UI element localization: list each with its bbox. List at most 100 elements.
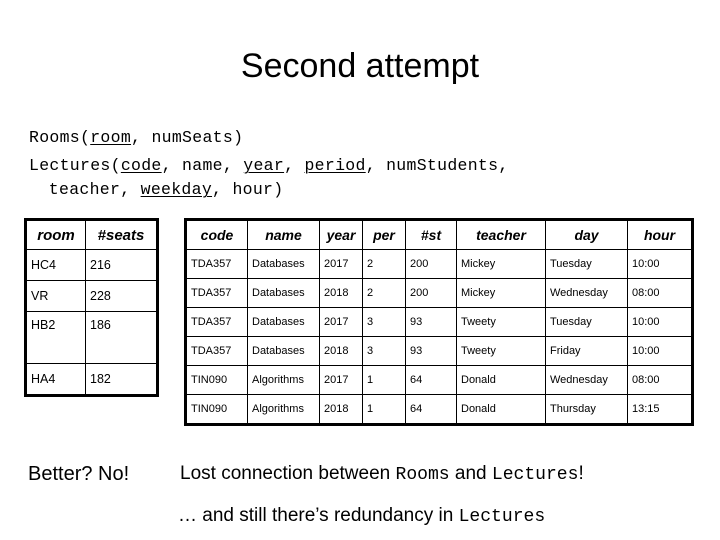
note-lost-middle: and [449, 463, 492, 484]
lectures-cell-per: 2 [362, 249, 406, 279]
lectures-cell-day: Wednesday [545, 278, 628, 308]
lectures-cell-name: Databases [247, 278, 320, 308]
lectures-cell-day: Thursday [545, 394, 628, 425]
lectures-cell-year: 2018 [319, 394, 363, 425]
schema-paren-open: ( [110, 156, 121, 175]
table-row: TIN090 Algorithms 2018 1 64 Donald Thurs… [185, 394, 693, 425]
note-relation-rooms: Rooms [395, 465, 450, 485]
rooms-col-seats: #seats [85, 219, 158, 250]
table-row: TDA357 Databases 2018 2 200 Mickey Wedne… [185, 278, 693, 308]
table-row: VR 228 [25, 280, 158, 312]
lectures-cell-per: 2 [362, 278, 406, 308]
schema-attr-teacher: teacher [48, 180, 121, 199]
lectures-cell-st: 93 [405, 307, 457, 337]
lectures-cell-code: TDA357 [185, 336, 248, 366]
lectures-cell-year: 2018 [319, 278, 363, 308]
rooms-cell-room: HA4 [25, 363, 86, 396]
lectures-cell-hour: 10:00 [627, 249, 693, 279]
lectures-cell-year: 2017 [319, 249, 363, 279]
schema-sep: , [284, 156, 305, 175]
table-row: HB2 186 [25, 311, 158, 364]
lectures-cell-per: 3 [362, 307, 406, 337]
lectures-cell-per: 1 [362, 365, 406, 395]
note-relation-lectures: Lectures [491, 465, 579, 485]
lectures-col-name: name [247, 219, 320, 250]
note-redundancy-prefix: … and still there’s redundancy in [178, 505, 459, 526]
lectures-col-st: #st [405, 219, 457, 250]
lectures-cell-name: Algorithms [247, 394, 320, 425]
rooms-cell-seats: 228 [85, 280, 158, 312]
rooms-col-room: room [25, 219, 86, 250]
lectures-cell-st: 200 [405, 249, 457, 279]
schema-attr-name: name [182, 156, 223, 175]
lectures-header-row: code name year per #st teacher day hour [185, 219, 693, 250]
schema-attr-numstudents: numStudents [386, 156, 499, 175]
note-relation-lectures: Lectures [458, 507, 546, 527]
lectures-cell-day: Tuesday [545, 249, 628, 279]
note-lost-suffix: ! [578, 463, 584, 484]
lectures-col-hour: hour [627, 219, 693, 250]
rooms-table: room #seats HC4 216 VR 228 HB2 186 HA4 1… [24, 218, 159, 397]
lectures-table: code name year per #st teacher day hour … [184, 218, 694, 426]
lectures-col-teacher: teacher [456, 219, 546, 250]
schema-sep: , [212, 180, 233, 199]
table-row: HA4 182 [25, 363, 158, 396]
lectures-cell-hour: 13:15 [627, 394, 693, 425]
lectures-cell-teacher: Mickey [456, 249, 546, 279]
schema-line-rooms: Rooms(room, numSeats) [29, 126, 689, 150]
lectures-col-code: code [185, 219, 248, 250]
note-redundancy: … and still there’s redundancy in Lectur… [178, 504, 545, 529]
rooms-cell-seats: 182 [85, 363, 158, 396]
page-title: Second attempt [240, 47, 480, 85]
schema-attr-numseats: numSeats [151, 128, 234, 147]
schema-sep: , [222, 156, 244, 175]
rooms-cell-room: HC4 [25, 249, 86, 281]
lectures-cell-day: Wednesday [545, 365, 628, 395]
schema-sep: , [120, 180, 141, 199]
schema-relation-lectures: Lectures [29, 156, 111, 175]
schema-key-year: year [243, 156, 285, 175]
table-row: TIN090 Algorithms 2017 1 64 Donald Wedne… [185, 365, 693, 395]
schema-line-lectures-a: Lectures(code, name, year, period, numSt… [29, 154, 689, 178]
schema-key-room: room [90, 128, 132, 147]
lectures-cell-year: 2018 [319, 336, 363, 366]
note-lost-prefix: Lost connection between [180, 463, 396, 484]
slide-canvas: Second attempt Rooms(room, numSeats) Lec… [0, 0, 720, 540]
schema-paren-close: ) [273, 180, 284, 199]
lectures-col-year: year [319, 219, 363, 250]
lectures-col-per: per [362, 219, 406, 250]
lectures-cell-name: Algorithms [247, 365, 320, 395]
lectures-cell-teacher: Donald [456, 394, 546, 425]
lectures-cell-per: 1 [362, 394, 406, 425]
lectures-cell-per: 3 [362, 336, 406, 366]
lectures-cell-day: Tuesday [545, 307, 628, 337]
lectures-cell-year: 2017 [319, 365, 363, 395]
lectures-cell-code: TIN090 [185, 394, 248, 425]
note-lost-connection: Lost connection between Rooms and Lectur… [180, 462, 584, 487]
lectures-cell-code: TIN090 [185, 365, 248, 395]
rooms-header-row: room #seats [25, 219, 158, 250]
lectures-cell-st: 64 [405, 365, 457, 395]
schema-sep: , [131, 128, 152, 147]
lectures-cell-name: Databases [247, 249, 320, 279]
schema-block: Rooms(room, numSeats) Lectures(code, nam… [29, 126, 689, 202]
lectures-cell-year: 2017 [319, 307, 363, 337]
schema-paren-open: ( [80, 128, 91, 147]
schema-sep: , [498, 156, 509, 175]
table-row: TDA357 Databases 2018 3 93 Tweety Friday… [185, 336, 693, 366]
schema-sep: , [161, 156, 183, 175]
schema-attr-hour: hour [232, 180, 274, 199]
lectures-cell-st: 64 [405, 394, 457, 425]
lectures-col-day: day [545, 219, 628, 250]
lectures-cell-hour: 08:00 [627, 365, 693, 395]
rooms-cell-seats: 186 [85, 311, 158, 364]
schema-paren-close: ) [233, 128, 244, 147]
lectures-cell-teacher: Mickey [456, 278, 546, 308]
lectures-cell-code: TDA357 [185, 307, 248, 337]
rooms-cell-seats: 216 [85, 249, 158, 281]
lectures-cell-teacher: Donald [456, 365, 546, 395]
lectures-cell-st: 200 [405, 278, 457, 308]
schema-key-period: period [304, 156, 366, 175]
lectures-cell-hour: 10:00 [627, 336, 693, 366]
schema-line-lectures-b: teacher, weekday, hour) [29, 178, 689, 202]
